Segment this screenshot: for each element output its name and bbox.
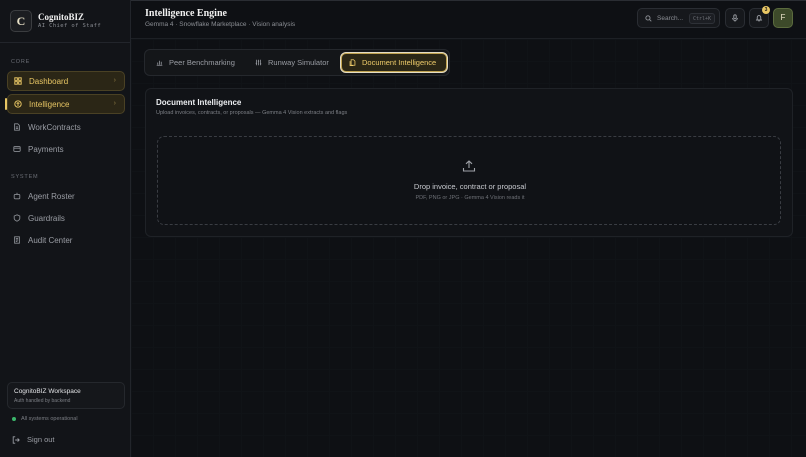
brand-name: CognitoBIZ xyxy=(38,12,85,22)
header-divider xyxy=(131,38,806,39)
signout-button[interactable]: Sign out xyxy=(12,435,55,444)
tab-peer-benchmarking[interactable]: Peer Benchmarking xyxy=(149,53,241,72)
grid-icon xyxy=(14,77,22,85)
page-title: Intelligence Engine xyxy=(145,8,227,19)
sidebar-item-agent-roster[interactable]: Agent Roster xyxy=(7,186,125,206)
workspace-title: CognitoBIZ Workspace xyxy=(14,388,81,395)
bot-icon xyxy=(13,192,21,200)
workspace-subtitle: Auth handled by backend xyxy=(14,398,71,404)
dropzone-title: Drop invoice, contract or proposal xyxy=(413,182,527,191)
search-placeholder: Search... xyxy=(657,14,684,22)
chevron-right-icon: › xyxy=(113,77,116,84)
header: Intelligence Engine Gemma 4 · Snowflake … xyxy=(131,0,806,38)
avatar[interactable]: F xyxy=(773,8,793,28)
sidebar-item-dashboard[interactable]: Dashboard › xyxy=(7,71,125,91)
sidebar-item-guardrails[interactable]: Guardrails xyxy=(7,208,125,228)
sidebar-item-label: Agent Roster xyxy=(28,191,75,201)
sidebar-item-workcontracts[interactable]: WorkContracts xyxy=(7,117,125,137)
sidebar-item-label: Payments xyxy=(28,144,64,154)
tab-bar: Peer Benchmarking Runway Simulator Docum… xyxy=(144,49,450,76)
microphone-icon xyxy=(732,14,738,22)
brand-logo: C xyxy=(10,10,32,32)
chevron-right-icon: › xyxy=(113,100,116,107)
sidebar-divider xyxy=(0,42,131,43)
sidebar-item-label: Intelligence xyxy=(29,99,70,109)
microphone-button[interactable] xyxy=(725,8,745,28)
audit-icon xyxy=(13,236,21,244)
brand[interactable]: C CognitoBIZ AI Chief of Staff xyxy=(10,10,125,34)
tab-label: Runway Simulator xyxy=(268,58,329,67)
bell-icon xyxy=(755,15,763,22)
dropzone-hint: PDF, PNG or JPG · Gemma 4 Vision reads i… xyxy=(415,195,525,201)
section-label-system: SYSTEM xyxy=(11,174,39,180)
notification-badge: 3 xyxy=(762,6,770,14)
tab-label: Peer Benchmarking xyxy=(169,58,235,67)
shield-icon xyxy=(13,214,21,222)
section-label-core: CORE xyxy=(11,59,31,65)
sidebar-item-label: Dashboard xyxy=(29,76,69,86)
search-input[interactable]: Search... Ctrl+K xyxy=(637,8,720,28)
sidebar-item-label: Audit Center xyxy=(28,235,73,245)
status-dot-icon xyxy=(12,417,16,421)
sidebar: C CognitoBIZ AI Chief of Staff CORE Dash… xyxy=(0,0,131,457)
workspace-card[interactable]: CognitoBIZ Workspace Auth handled by bac… xyxy=(7,382,125,409)
sidebar-item-label: WorkContracts xyxy=(28,122,81,132)
document-icon xyxy=(13,123,21,131)
sidebar-item-audit-center[interactable]: Audit Center xyxy=(7,230,125,250)
document-intelligence-card: Document Intelligence Upload invoices, c… xyxy=(145,88,793,237)
tab-runway-simulator[interactable]: Runway Simulator xyxy=(248,53,336,72)
upload-icon xyxy=(462,160,476,172)
brand-tagline: AI Chief of Staff xyxy=(38,23,102,29)
search-shortcut: Ctrl+K xyxy=(688,13,715,24)
brain-icon xyxy=(14,100,22,108)
logout-icon xyxy=(12,435,20,444)
signout-label: Sign out xyxy=(27,435,55,444)
search-icon xyxy=(645,14,652,22)
file-dropzone[interactable]: Drop invoice, contract or proposal PDF, … xyxy=(157,136,781,225)
card-title: Document Intelligence xyxy=(156,98,242,107)
tab-document-intelligence[interactable]: Document Intelligence xyxy=(341,53,447,72)
tab-label: Document Intelligence xyxy=(362,58,437,67)
sidebar-item-payments[interactable]: Payments xyxy=(7,139,125,159)
sidebar-item-intelligence[interactable]: Intelligence › xyxy=(7,94,125,114)
status-text: All systems operational xyxy=(21,416,78,422)
page-subtitle: Gemma 4 · Snowflake Marketplace · Vision… xyxy=(145,21,296,28)
system-status: All systems operational xyxy=(12,416,78,422)
card-icon xyxy=(13,145,21,153)
bar-chart-icon xyxy=(156,60,163,66)
sidebar-item-label: Guardrails xyxy=(28,213,65,223)
file-icon xyxy=(349,59,356,66)
card-subtitle: Upload invoices, contracts, or proposals… xyxy=(156,110,348,116)
sliders-icon xyxy=(255,59,262,66)
